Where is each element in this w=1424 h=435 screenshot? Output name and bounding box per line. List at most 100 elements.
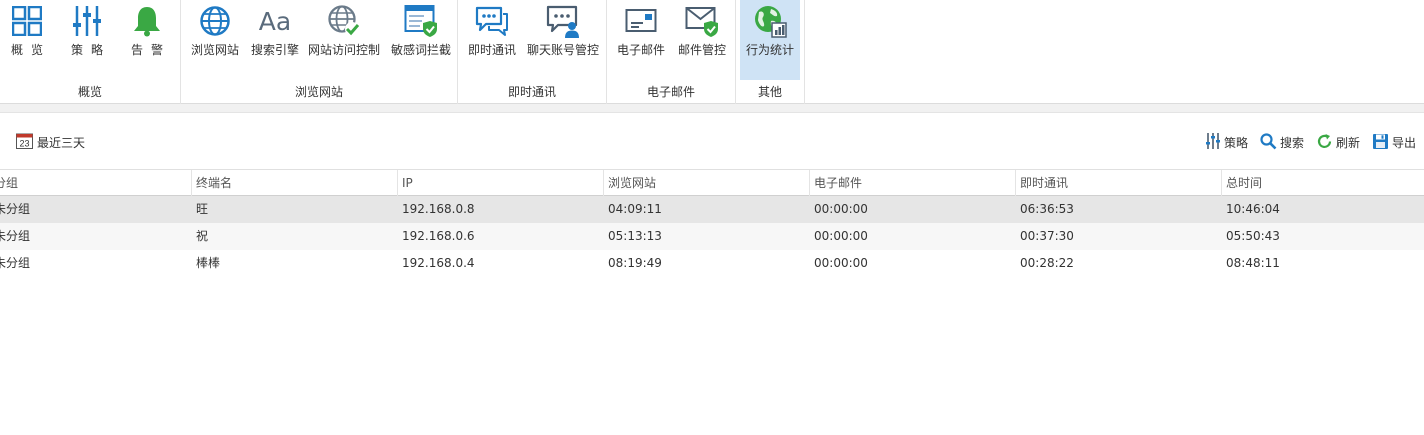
ribbon-group-other: 行为统计 其他 (736, 0, 805, 104)
cell-im: 06:36:53 (1020, 202, 1074, 216)
envelope-card-icon (624, 4, 658, 38)
cell-email: 00:00:00 (814, 202, 868, 216)
ribbon-toolbar: 概览 策略 告警 概览 浏览网站 Aa 搜索引擎 网站访问控制 敏感词拦截 浏览… (0, 0, 1424, 104)
chat-account-control-button-label: 聊天账号管控 (526, 43, 599, 57)
chat-account-control-button[interactable]: 聊天账号管控 (524, 0, 602, 80)
ribbon-group-label: 其他 (757, 85, 782, 99)
column-header-email[interactable]: 电子邮件 (810, 170, 1016, 196)
column-header-terminal[interactable]: 终端名 (192, 170, 398, 196)
policy-button[interactable]: 策略 (1205, 132, 1248, 153)
cell-group: 未分组 (0, 229, 31, 243)
keyword-block-button-label: 敏感词拦截 (390, 43, 451, 57)
sliders-icon (1205, 132, 1221, 153)
table-row[interactable]: 未分组 旺 192.168.0.8 04:09:11 00:00:00 06:3… (0, 196, 1424, 223)
instant-message-button[interactable]: 即时通讯 (464, 0, 520, 80)
alert-button-label: 告警 (130, 43, 171, 57)
cell-ip: 192.168.0.4 (402, 256, 475, 270)
cell-browse: 05:13:13 (608, 229, 662, 243)
refresh-button-label: 刷新 (1335, 136, 1360, 150)
sliders-icon (70, 4, 104, 38)
calendar-icon: 23 (16, 132, 33, 152)
cell-terminal: 棒棒 (196, 256, 221, 270)
date-range-filter[interactable]: 23 最近三天 (16, 132, 85, 152)
browse-web-button[interactable]: 浏览网站 (187, 0, 243, 80)
search-button[interactable]: 搜索 (1260, 132, 1304, 153)
column-header-browse[interactable]: 浏览网站 (604, 170, 810, 196)
behavior-stats-table: 分组 终端名 IP 浏览网站 电子邮件 即时通讯 总时间 未分组 旺 192.1… (0, 169, 1424, 277)
overview-button-label: 概览 (10, 43, 51, 57)
instant-message-button-label: 即时通讯 (467, 43, 516, 57)
column-header-ip[interactable]: IP (398, 170, 604, 196)
search-engine-button[interactable]: Aa 搜索引擎 (247, 0, 303, 80)
column-header-group[interactable]: 分组 (0, 170, 192, 196)
cell-terminal: 旺 (196, 202, 209, 216)
calendar-day-number: 23 (19, 139, 29, 149)
ribbon-separator-strip (0, 104, 1424, 113)
cell-total: 10:46:04 (1226, 202, 1280, 216)
ribbon-group-im: 即时通讯 聊天账号管控 即时通讯 (458, 0, 607, 104)
ribbon-group-overview: 概览 策略 告警 概览 (0, 0, 181, 104)
table-header: 分组 终端名 IP 浏览网站 电子邮件 即时通讯 总时间 (0, 169, 1424, 196)
search-engine-button-label: 搜索引擎 (250, 43, 299, 57)
table-row[interactable]: 未分组 棒棒 192.168.0.4 08:19:49 00:00:00 00:… (0, 250, 1424, 277)
email-control-button[interactable]: 邮件管控 (673, 0, 731, 80)
ribbon-group-label: 浏览网站 (294, 85, 343, 99)
ribbon-group-label: 即时通讯 (507, 85, 556, 99)
cell-total: 08:48:11 (1226, 256, 1280, 270)
cell-ip: 192.168.0.8 (402, 202, 475, 216)
cell-browse: 04:09:11 (608, 202, 662, 216)
bell-icon (130, 4, 164, 38)
email-control-button-label: 邮件管控 (677, 43, 726, 57)
web-access-control-button-label: 网站访问控制 (307, 43, 380, 57)
content-toolbar: 23 最近三天 策略 搜索 刷新 导出 (0, 124, 1424, 158)
cell-email: 00:00:00 (814, 229, 868, 243)
email-button-label: 电子邮件 (616, 43, 665, 57)
save-disk-icon (1372, 133, 1389, 153)
overview-button[interactable]: 概览 (2, 0, 52, 80)
envelope-shield-icon (685, 4, 719, 38)
font-aa-icon: Aa (258, 6, 292, 36)
date-range-label: 最近三天 (37, 135, 86, 150)
column-header-im[interactable]: 即时通讯 (1016, 170, 1222, 196)
cell-terminal: 祝 (196, 229, 209, 243)
ribbon-group-email: 电子邮件 邮件管控 电子邮件 (607, 0, 736, 104)
cell-im: 00:28:22 (1020, 256, 1074, 270)
ribbon-group-browse: 浏览网站 Aa 搜索引擎 网站访问控制 敏感词拦截 浏览网站 (181, 0, 458, 104)
policy-ribbon-button[interactable]: 策略 (62, 0, 112, 80)
search-icon (1260, 132, 1277, 153)
web-access-control-button[interactable]: 网站访问控制 (307, 0, 381, 80)
cell-email: 00:00:00 (814, 256, 868, 270)
globe-check-icon (327, 4, 361, 38)
chat-user-icon (546, 4, 580, 38)
keyword-block-button[interactable]: 敏感词拦截 (387, 0, 455, 80)
behavior-stats-button-label: 行为统计 (745, 43, 794, 57)
chat-bubbles-icon (475, 4, 509, 38)
cell-total: 05:50:43 (1226, 229, 1280, 243)
cell-group: 未分组 (0, 202, 31, 216)
table-row[interactable]: 未分组 祝 192.168.0.6 05:13:13 00:00:00 00:3… (0, 223, 1424, 250)
behavior-stats-button[interactable]: 行为统计 (740, 0, 800, 80)
export-button-label: 导出 (1391, 136, 1416, 150)
cell-group: 未分组 (0, 256, 31, 270)
refresh-button[interactable]: 刷新 (1316, 132, 1360, 153)
cell-browse: 08:19:49 (608, 256, 662, 270)
policy-button-label: 策略 (1223, 136, 1248, 150)
window-shield-icon (404, 4, 438, 38)
policy-ribbon-button-label: 策略 (70, 43, 111, 57)
toolbar-actions: 策略 搜索 刷新 导出 (1205, 132, 1416, 153)
dashboard-grid-icon (10, 4, 44, 38)
column-header-total[interactable]: 总时间 (1222, 170, 1424, 196)
search-button-label: 搜索 (1279, 136, 1304, 150)
cell-ip: 192.168.0.6 (402, 229, 475, 243)
table-body: 未分组 旺 192.168.0.8 04:09:11 00:00:00 06:3… (0, 196, 1424, 277)
alert-button[interactable]: 告警 (122, 0, 172, 80)
email-button[interactable]: 电子邮件 (613, 0, 669, 80)
refresh-icon (1316, 133, 1333, 153)
ribbon-group-label: 概览 (77, 85, 102, 99)
export-button[interactable]: 导出 (1372, 132, 1416, 153)
cell-im: 00:37:30 (1020, 229, 1074, 243)
ribbon-group-label: 电子邮件 (646, 85, 695, 99)
globe-icon (198, 4, 232, 38)
browse-web-button-label: 浏览网站 (190, 43, 239, 57)
globe-chart-icon (753, 4, 787, 38)
